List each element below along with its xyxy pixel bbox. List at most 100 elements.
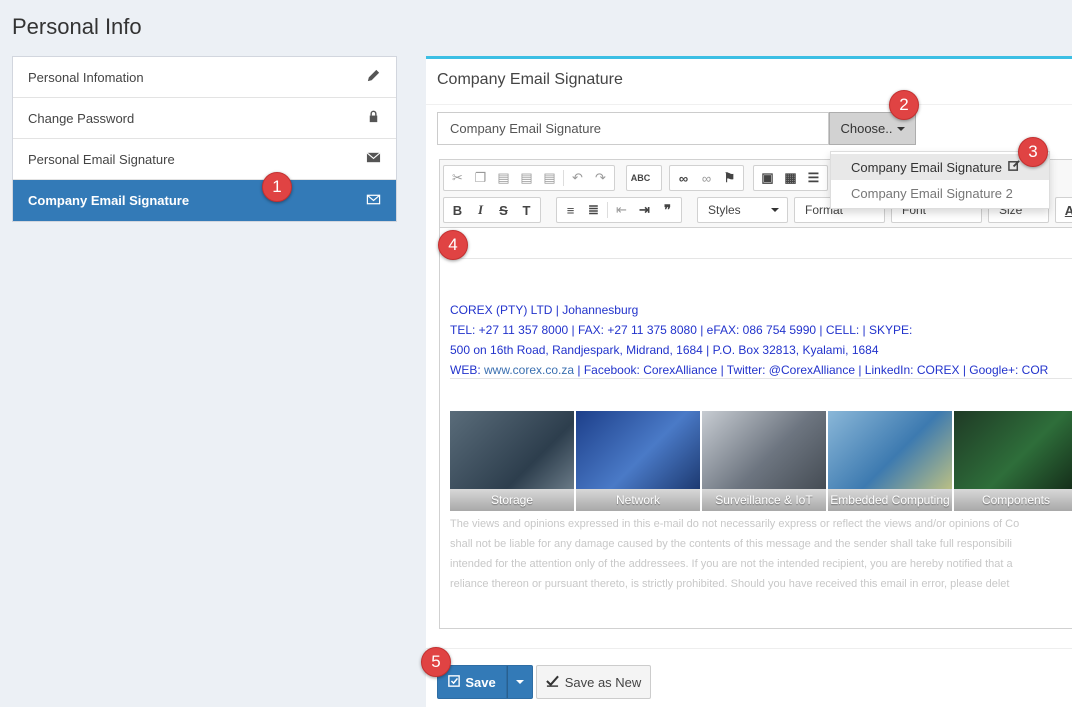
paragraph-group: ≡ ≣ ⇤ ⇥ ❞: [556, 197, 682, 223]
step-badge-2: 2: [889, 90, 919, 120]
signature-text: COREX (PTY) LTD | Johannesburg TEL: +27 …: [450, 300, 1048, 380]
disclaimer-line: intended for the attention only of the a…: [450, 558, 1013, 570]
divider: [426, 648, 1072, 649]
sidebar-item-change-password[interactable]: Change Password: [13, 98, 396, 139]
unlink-icon[interactable]: ∞: [695, 167, 718, 189]
dropdown-item-label: Company Email Signature 2: [851, 185, 1013, 201]
signature-contact-line: TEL: +27 11 357 8000 | FAX: +27 11 375 8…: [450, 323, 913, 337]
banner-components: Components: [954, 411, 1072, 511]
banner-storage: Storage: [450, 411, 574, 511]
pencil-icon: [366, 68, 381, 86]
social-links-text: | Facebook: CorexAlliance | Twitter: @Co…: [574, 363, 1049, 377]
divider: [607, 202, 608, 218]
signature-dropdown-menu: Company Email Signature Company Email Si…: [830, 151, 1050, 209]
bold-icon[interactable]: B: [446, 199, 469, 221]
indent-icon[interactable]: ⇥: [633, 199, 656, 221]
paste-icon[interactable]: ▤: [492, 167, 515, 189]
sidebar-item-personal-information[interactable]: Personal Infomation: [13, 57, 396, 98]
step-badge-4: 4: [438, 230, 468, 260]
lock-icon: [366, 109, 381, 127]
banner-label: Components: [954, 489, 1072, 511]
styles-label: Styles: [708, 203, 741, 217]
remove-format-icon[interactable]: T: [515, 199, 538, 221]
blockquote-icon[interactable]: ❞: [656, 199, 679, 221]
sidebar-item-label: Change Password: [28, 110, 135, 126]
anchor-flag-icon[interactable]: ⚑: [718, 167, 741, 189]
italic-icon[interactable]: I: [469, 199, 492, 221]
step-badge-3: 3: [1018, 137, 1048, 167]
editor-content[interactable]: COREX (PTY) LTD | Johannesburg TEL: +27 …: [440, 228, 1072, 628]
table-icon[interactable]: ▦: [779, 167, 802, 189]
divider: [450, 258, 1072, 259]
strikethrough-icon[interactable]: S: [492, 199, 515, 221]
clipboard-group: ✂ ❐ ▤ ▤ ▤ ↶ ↷: [443, 165, 615, 191]
sidebar-item-company-email-signature[interactable]: Company Email Signature: [13, 180, 396, 221]
choose-label: Choose..: [840, 121, 893, 136]
banner-surveillance: Surveillance & IoT: [702, 411, 826, 511]
save-label: Save: [465, 674, 496, 690]
copy-icon[interactable]: ❐: [469, 167, 492, 189]
banner-label: Network: [576, 489, 700, 511]
banner-network: Network: [576, 411, 700, 511]
signature-web-line: WEB: www.corex.co.za | Facebook: CorexAl…: [450, 360, 1048, 380]
banner-embedded: Embedded Computing: [828, 411, 952, 511]
text-color-icon[interactable]: A: [1058, 199, 1072, 221]
caret-down-icon: [771, 208, 779, 212]
disclaimer-line: The views and opinions expressed in this…: [450, 518, 1020, 530]
rich-text-editor: ✂ ❐ ▤ ▤ ▤ ↶ ↷ ABC ∞ ∞ ⚑ ▣ ▦ ☰ B I S T ≡ …: [439, 159, 1072, 629]
redo-icon[interactable]: ↷: [589, 167, 612, 189]
sidebar-item-label: Personal Infomation: [28, 69, 144, 85]
banner-label: Embedded Computing: [828, 489, 952, 511]
spellcheck-group: ABC: [626, 165, 662, 191]
step-badge-1: 1: [262, 172, 292, 202]
bulleted-list-icon[interactable]: ≣: [582, 199, 605, 221]
sidebar-item-personal-email-signature[interactable]: Personal Email Signature: [13, 139, 396, 180]
envelope-outline-icon: [366, 192, 381, 210]
caret-down-icon: [516, 680, 524, 684]
signature-address-line: 500 on 16th Road, Randjespark, Midrand, …: [450, 343, 879, 357]
link-group: ∞ ∞ ⚑: [669, 165, 744, 191]
box-title: Company Email Signature: [437, 71, 623, 88]
disclaimer-line: reliance thereon or pursuant thereto, is…: [450, 578, 1010, 590]
sidebar-item-label: Company Email Signature: [28, 193, 190, 208]
divider: [426, 104, 1072, 105]
spellcheck-icon[interactable]: ABC: [629, 167, 652, 189]
cut-icon[interactable]: ✂: [446, 167, 469, 189]
envelope-icon: [366, 150, 381, 168]
sidebar-item-label: Personal Email Signature: [28, 151, 175, 167]
undo-icon[interactable]: ↶: [566, 167, 589, 189]
paste-text-icon[interactable]: ▤: [515, 167, 538, 189]
website-link[interactable]: www.corex.co.za: [484, 363, 574, 377]
signature-box: Company Email Signature Company Email Si…: [426, 56, 1072, 707]
save-as-new-button[interactable]: Save as New: [536, 665, 651, 699]
edit-icon[interactable]: [1008, 159, 1021, 175]
basic-styles-group: B I S T: [443, 197, 541, 223]
divider: [563, 170, 564, 186]
save-options-toggle[interactable]: [507, 665, 533, 699]
profile-side-menu: Personal Infomation Change Password Pers…: [12, 56, 397, 222]
banner-label: Storage: [450, 489, 574, 511]
divider: [450, 378, 1072, 379]
disclaimer-text: The views and opinions expressed in this…: [450, 514, 1072, 594]
signature-banner-image: Storage Network Surveillance & IoT Embed…: [450, 411, 1072, 511]
horizontal-line-icon[interactable]: ☰: [802, 167, 825, 189]
dropdown-item-company-email-signature[interactable]: Company Email Signature: [831, 154, 1049, 180]
check-icon: [545, 675, 559, 690]
banner-label: Surveillance & IoT: [702, 489, 826, 511]
check-square-icon: [448, 674, 461, 690]
styles-dropdown[interactable]: Styles: [697, 197, 788, 223]
disclaimer-line: shall not be liable for any damage cause…: [450, 538, 1012, 550]
caret-down-icon: [896, 126, 905, 131]
signature-name-input[interactable]: Company Email Signature: [437, 112, 829, 145]
signature-company-line: COREX (PTY) LTD | Johannesburg: [450, 303, 639, 317]
text-color-group: A: [1055, 197, 1072, 223]
numbered-list-icon[interactable]: ≡: [559, 199, 582, 221]
dropdown-item-company-email-signature-2[interactable]: Company Email Signature 2: [831, 180, 1049, 206]
outdent-icon[interactable]: ⇤: [610, 199, 633, 221]
dropdown-item-label: Company Email Signature: [851, 159, 1003, 175]
web-prefix: WEB:: [450, 363, 485, 377]
paste-word-icon[interactable]: ▤: [538, 167, 561, 189]
link-icon[interactable]: ∞: [672, 167, 695, 189]
image-icon[interactable]: ▣: [756, 167, 779, 189]
step-badge-5: 5: [421, 647, 451, 677]
